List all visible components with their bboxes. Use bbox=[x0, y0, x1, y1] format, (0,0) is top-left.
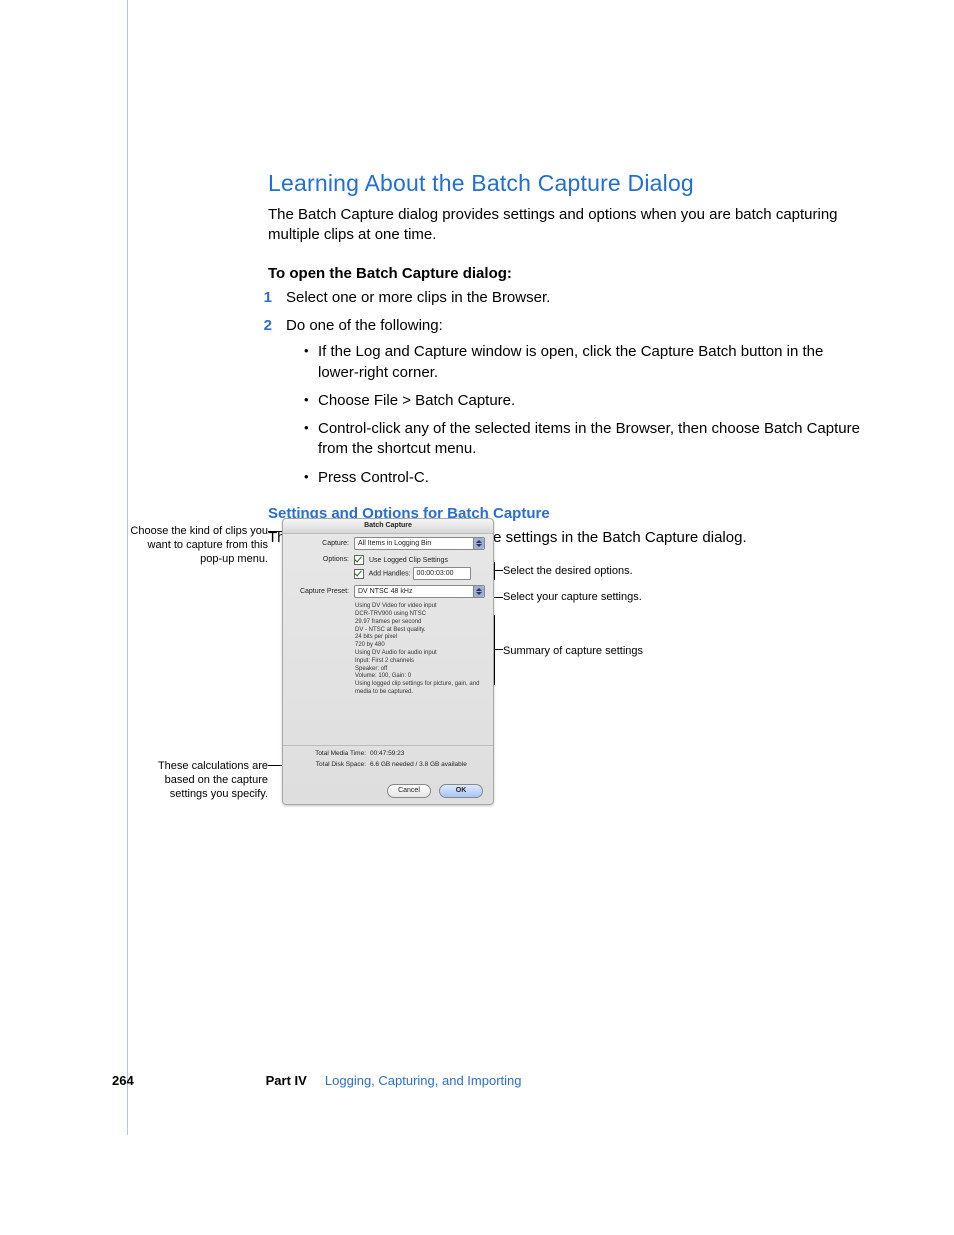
callout-summary: Summary of capture settings bbox=[503, 645, 713, 659]
dialog-title: Batch Capture bbox=[283, 519, 493, 534]
capture-popup-value: All Items in Logging Bin bbox=[358, 540, 431, 547]
detail-line: Using DV Video for video input bbox=[355, 603, 483, 611]
add-handles-checkbox[interactable] bbox=[354, 569, 364, 579]
options-row: Options: Use Logged Clip Settings bbox=[283, 552, 493, 567]
bullet-item: Control-click any of the selected items … bbox=[304, 419, 868, 460]
detail-line: 24 bits per pixel bbox=[355, 634, 483, 642]
tds-label: Total Disk Space: bbox=[291, 761, 370, 770]
document-page: Learning About the Batch Capture Dialog … bbox=[0, 0, 954, 1235]
page-number: 264 bbox=[112, 1072, 262, 1090]
popup-arrow-icon bbox=[473, 538, 484, 549]
handles-value-field[interactable]: 00:00:03:00 bbox=[413, 567, 471, 580]
step-text: Do one of the following: bbox=[286, 317, 443, 334]
calculation-area: Total Media Time: 00:47:59:23 Total Disk… bbox=[283, 746, 493, 771]
preset-popup-value: DV NTSC 48 kHz bbox=[358, 588, 412, 595]
step-number: 1 bbox=[250, 288, 272, 308]
batch-capture-dialog: Batch Capture Capture: All Items in Logg… bbox=[282, 518, 494, 805]
use-logged-label: Use Logged Clip Settings bbox=[369, 557, 448, 564]
preset-row: Capture Preset: DV NTSC 48 kHz bbox=[283, 582, 493, 600]
preset-label: Capture Preset: bbox=[291, 587, 354, 596]
bullet-item: If the Log and Capture window is open, c… bbox=[304, 342, 868, 383]
part-label: Part IV bbox=[266, 1073, 307, 1088]
step-1: 1 Select one or more clips in the Browse… bbox=[268, 288, 868, 308]
handles-row: Add Handles: 00:00:03:00 bbox=[283, 567, 493, 582]
callout-capture: Choose the kind of clips you want to cap… bbox=[128, 525, 268, 566]
popup-arrow-icon bbox=[473, 586, 484, 597]
detail-line: Volume: 100, Gain: 0 bbox=[355, 673, 483, 681]
callout-options: Select the desired options. bbox=[503, 565, 713, 579]
capture-label: Capture: bbox=[291, 539, 354, 548]
detail-line: Using logged clip settings for picture, … bbox=[355, 681, 483, 697]
leader-line bbox=[494, 615, 495, 685]
dialog-buttons: Cancel OK bbox=[387, 784, 483, 798]
step-number: 2 bbox=[250, 316, 272, 336]
total-media-time-row: Total Media Time: 00:47:59:23 bbox=[291, 749, 485, 760]
detail-line: Speaker: off bbox=[355, 666, 483, 674]
detail-line: DCR-TRV900 using NTSC bbox=[355, 611, 483, 619]
detail-line: Input: First 2 channels bbox=[355, 658, 483, 666]
bullet-item: Press Control-C. bbox=[304, 468, 868, 488]
intro-paragraph: The Batch Capture dialog provides settin… bbox=[268, 205, 868, 246]
substeps-list: If the Log and Capture window is open, c… bbox=[286, 342, 868, 488]
cancel-button[interactable]: Cancel bbox=[387, 784, 431, 798]
step-2: 2 Do one of the following: If the Log an… bbox=[268, 316, 868, 488]
tds-value: 6.6 GB needed / 3.8 GB available bbox=[370, 761, 467, 770]
preset-details: Using DV Video for video input DCR-TRV90… bbox=[283, 600, 493, 700]
main-content: Learning About the Batch Capture Dialog … bbox=[268, 168, 868, 568]
dialog-figure: Choose the kind of clips you want to cap… bbox=[128, 515, 868, 835]
part-title: Logging, Capturing, and Importing bbox=[325, 1073, 522, 1088]
task-subhead: To open the Batch Capture dialog: bbox=[268, 264, 868, 284]
callout-calculations: These calculations are based on the capt… bbox=[128, 760, 268, 801]
callout-preset: Select your capture settings. bbox=[503, 591, 713, 605]
add-handles-label: Add Handles: bbox=[369, 571, 411, 578]
section-heading: Learning About the Batch Capture Dialog bbox=[268, 168, 868, 199]
options-label: Options: bbox=[291, 555, 354, 564]
tmt-label: Total Media Time: bbox=[291, 750, 370, 759]
detail-line: 29.97 frames per second bbox=[355, 619, 483, 627]
tmt-value: 00:47:59:23 bbox=[370, 750, 404, 759]
page-footer: 264 Part IV Logging, Capturing, and Impo… bbox=[112, 1072, 872, 1090]
leader-line bbox=[268, 531, 282, 532]
capture-popup[interactable]: All Items in Logging Bin bbox=[354, 537, 485, 550]
step-text: Select one or more clips in the Browser. bbox=[286, 289, 550, 306]
leader-line bbox=[493, 597, 503, 598]
detail-line: DV - NTSC at Best quality. bbox=[355, 627, 483, 635]
preset-popup[interactable]: DV NTSC 48 kHz bbox=[354, 585, 485, 598]
leader-line bbox=[494, 562, 495, 580]
bullet-item: Choose File > Batch Capture. bbox=[304, 391, 868, 411]
capture-row: Capture: All Items in Logging Bin bbox=[283, 534, 493, 552]
steps-list: 1 Select one or more clips in the Browse… bbox=[268, 288, 868, 488]
detail-line: Using DV Audio for audio input bbox=[355, 650, 483, 658]
total-disk-space-row: Total Disk Space: 6.6 GB needed / 3.8 GB… bbox=[291, 760, 485, 771]
detail-line: 720 by 480 bbox=[355, 642, 483, 650]
use-logged-checkbox[interactable] bbox=[354, 555, 364, 565]
ok-button[interactable]: OK bbox=[439, 784, 483, 798]
